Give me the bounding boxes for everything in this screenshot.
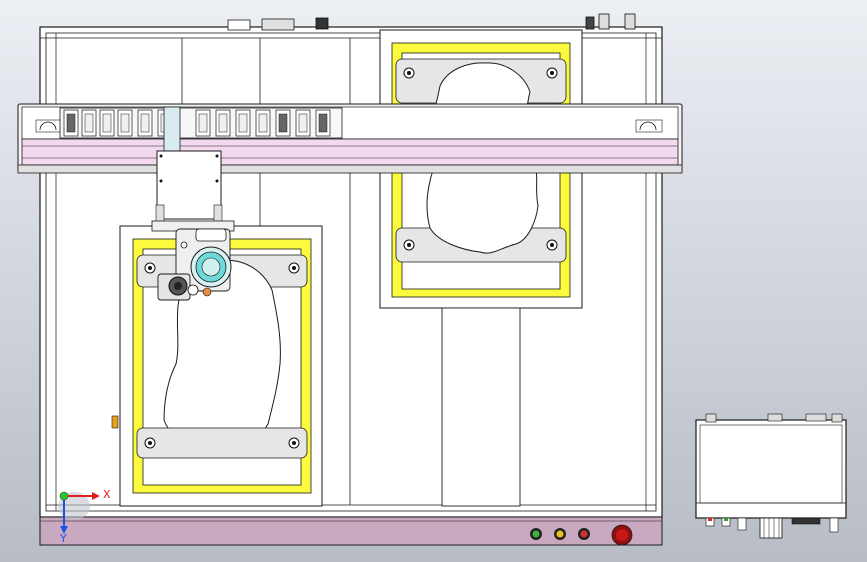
left-clamp-bottom bbox=[136, 427, 308, 459]
indicator-lamp-green[interactable] bbox=[530, 528, 542, 540]
z-axis-dot bbox=[59, 491, 69, 501]
control-box bbox=[695, 413, 847, 519]
cable-chain bbox=[59, 107, 343, 139]
cad-drawing-canvas[interactable]: X Y bbox=[0, 0, 867, 562]
cable-chain-link-insert bbox=[258, 113, 268, 133]
cable-chain-link-insert bbox=[120, 113, 130, 133]
x-axis-label: X bbox=[103, 488, 111, 501]
cable-chain-link-insert bbox=[318, 113, 328, 133]
y-axis-label: Y bbox=[59, 532, 67, 545]
base-control-panel bbox=[39, 516, 663, 546]
cable-chain-link-insert bbox=[298, 113, 308, 133]
control-box-dial[interactable] bbox=[759, 517, 783, 539]
side-sensor bbox=[111, 415, 119, 429]
cable-chain-link-insert bbox=[66, 113, 76, 133]
cable-chain-link-insert bbox=[218, 113, 228, 133]
cable-chain-link-insert bbox=[102, 113, 112, 133]
indicator-lamp-yellow[interactable] bbox=[554, 528, 566, 540]
indicator-lamp-red[interactable] bbox=[578, 528, 590, 540]
cable-chain-link-insert bbox=[198, 113, 208, 133]
emergency-stop-button[interactable] bbox=[611, 524, 633, 546]
cable-chain-link-insert bbox=[238, 113, 248, 133]
cable-chain-link-insert bbox=[278, 113, 288, 133]
cable-chain-link-insert bbox=[140, 113, 150, 133]
cable-chain-link-insert bbox=[84, 113, 94, 133]
